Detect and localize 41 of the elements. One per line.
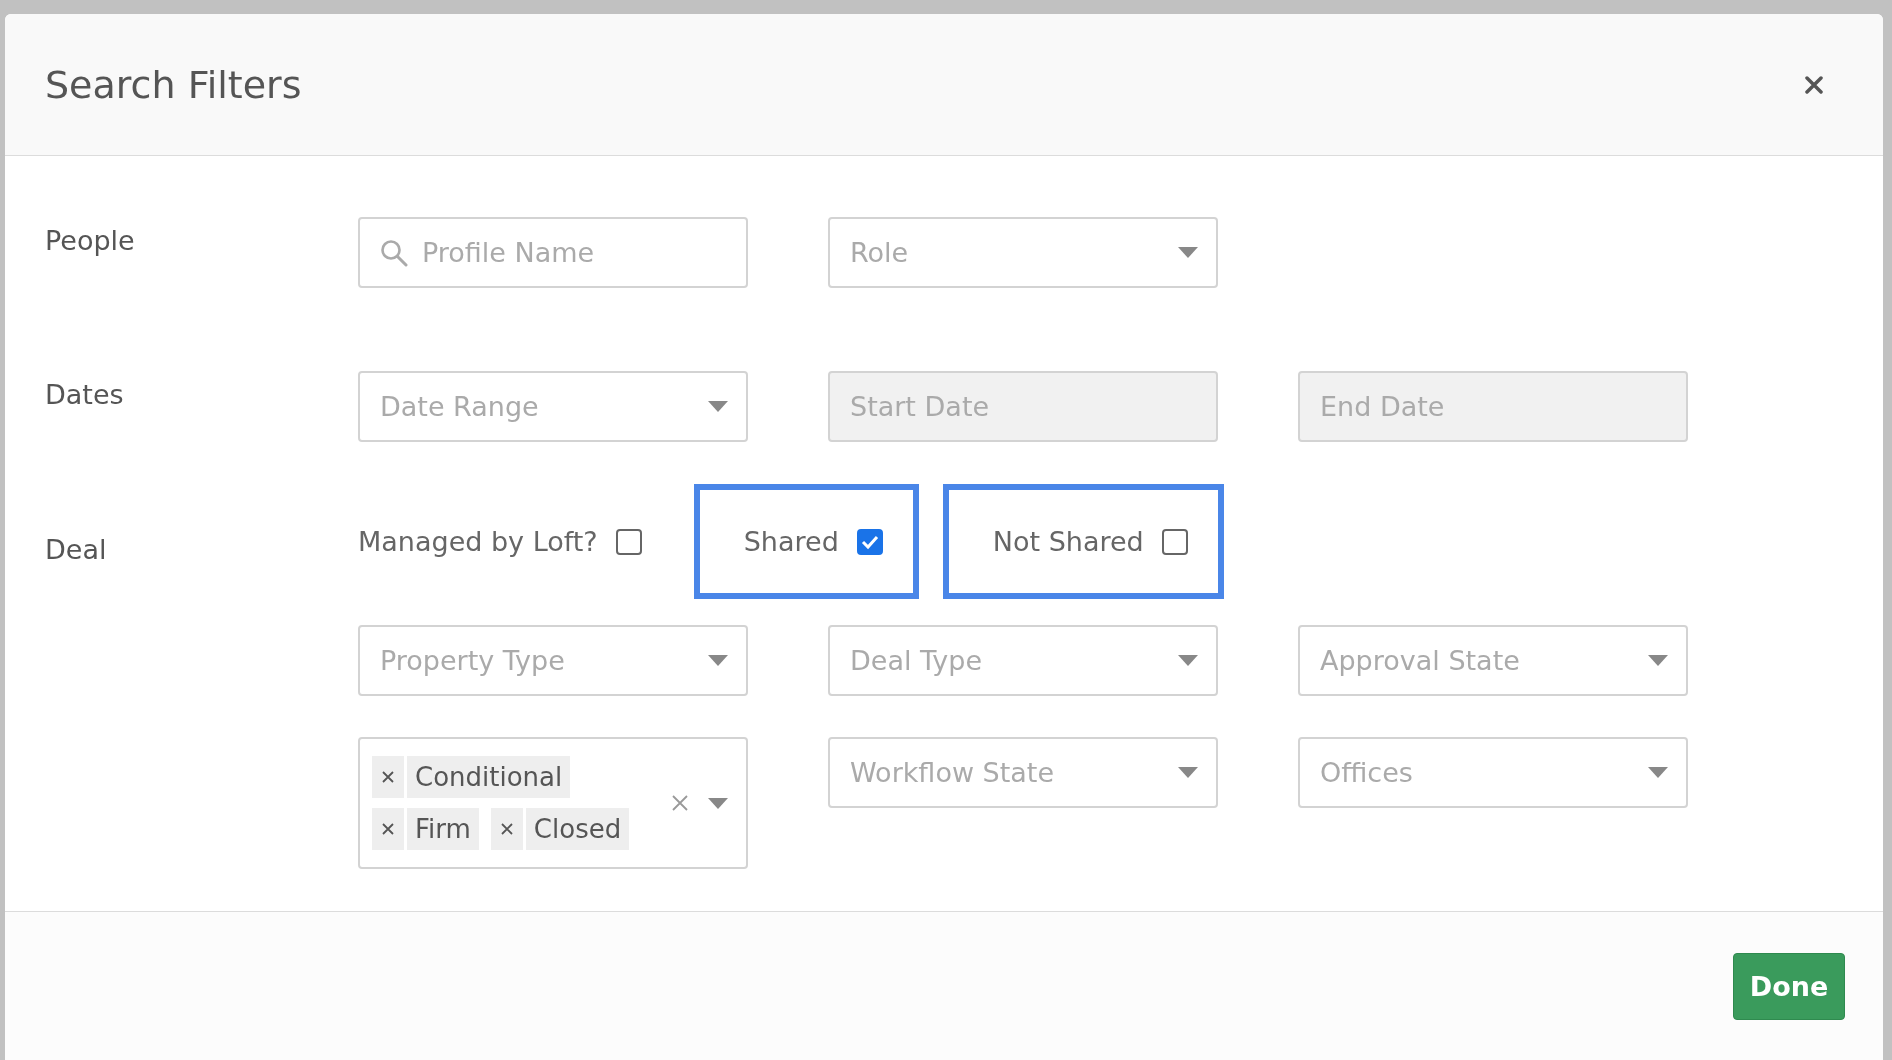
- close-icon: [382, 823, 394, 835]
- highlighted-checkbox-option[interactable]: Shared: [693, 484, 919, 599]
- tag: Firm: [407, 808, 479, 850]
- tag: Conditional: [407, 756, 571, 798]
- clear-icon[interactable]: [672, 795, 688, 811]
- dropdown[interactable]: Approval State: [1298, 625, 1688, 696]
- checkbox[interactable]: [856, 528, 883, 555]
- search-field[interactable]: Profile Name: [358, 217, 748, 288]
- caret-icon: [708, 797, 728, 809]
- close-icon: [382, 771, 394, 783]
- highlighted-checkbox-option[interactable]: Not Shared: [942, 484, 1224, 599]
- close-icon: [500, 823, 513, 835]
- section-label: People: [45, 224, 136, 258]
- dropdown[interactable]: Property Type: [358, 625, 748, 696]
- dropdown[interactable]: Date Range: [358, 371, 748, 442]
- tag: Closed: [525, 808, 630, 850]
- done-button[interactable]: Done: [1733, 953, 1845, 1020]
- search-icon: [380, 238, 408, 267]
- caret-icon: [1178, 247, 1198, 258]
- checkbox-label[interactable]: Managed by Loft?: [358, 526, 642, 557]
- check-icon: [860, 533, 879, 550]
- checkbox[interactable]: [615, 528, 642, 555]
- dropdown[interactable]: Workflow State: [828, 737, 1218, 808]
- remove-tag-button[interactable]: [372, 756, 404, 798]
- caret-icon: [1648, 767, 1668, 778]
- remove-tag-button[interactable]: [490, 808, 523, 850]
- dropdown[interactable]: Offices: [1298, 737, 1688, 808]
- checkbox[interactable]: [1161, 528, 1188, 555]
- close-icon[interactable]: [1805, 75, 1823, 94]
- caret-icon: [708, 401, 728, 412]
- dropdown[interactable]: Role: [828, 217, 1218, 288]
- caret-icon: [708, 655, 728, 666]
- section-label: Deal: [45, 533, 108, 567]
- caret-icon: [1178, 655, 1198, 666]
- caret-icon: [1648, 655, 1668, 666]
- section-label: Dates: [45, 378, 125, 412]
- caret-icon: [1178, 767, 1198, 778]
- remove-tag-button[interactable]: [372, 808, 404, 850]
- multi-select-field[interactable]: Conditional Firm Closed: [358, 737, 748, 869]
- dialog-title: Search Filters: [45, 62, 302, 107]
- dropdown[interactable]: Deal Type: [828, 625, 1218, 696]
